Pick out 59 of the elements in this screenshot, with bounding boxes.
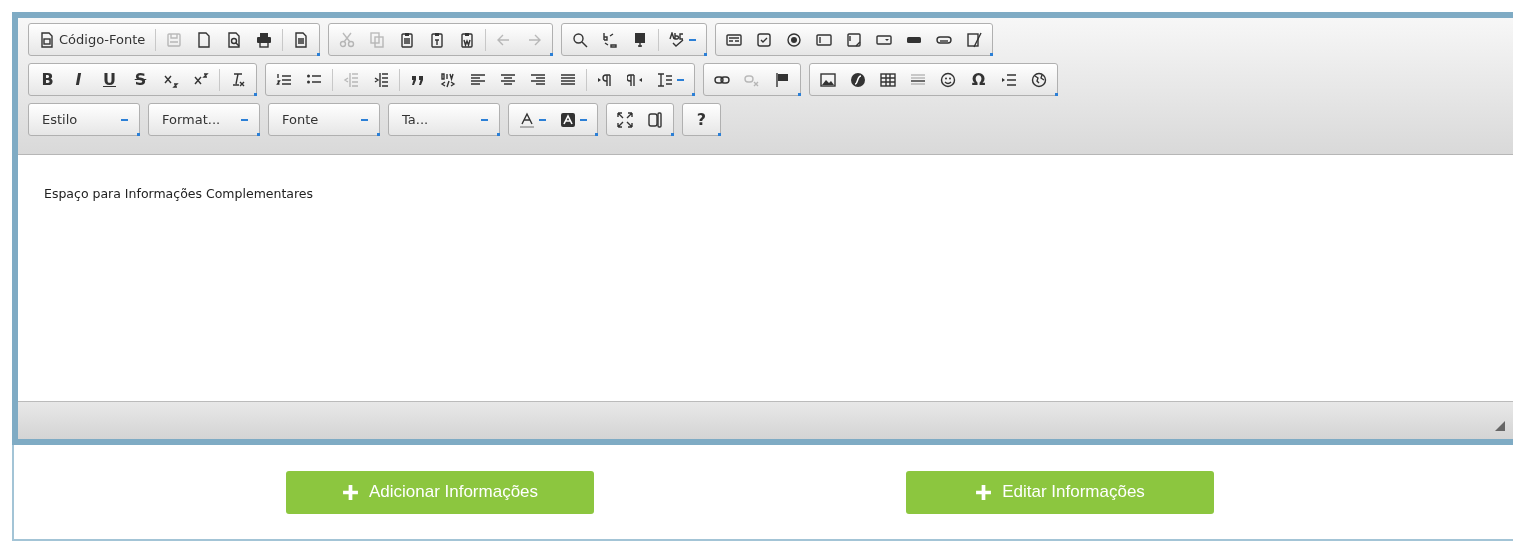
outdent-icon	[343, 71, 359, 88]
editor-text: Espaço para Informações Complementares	[44, 185, 315, 203]
image-icon	[820, 71, 836, 88]
new-page-icon	[196, 31, 213, 48]
cut-icon	[339, 31, 356, 48]
show-blocks-icon	[647, 111, 663, 128]
globe-icon	[1031, 71, 1047, 88]
numbered-list-icon	[276, 71, 292, 88]
page-break-icon	[1001, 71, 1017, 88]
toolbar-button[interactable]: U	[94, 66, 125, 93]
clipboard-icon	[399, 31, 416, 48]
language-icon	[657, 71, 673, 88]
plus-icon	[975, 483, 993, 501]
plus-icon	[341, 483, 359, 501]
dropdown[interactable]: Ta...	[392, 106, 496, 133]
text-field-icon	[816, 31, 833, 48]
smiley-icon	[940, 71, 956, 88]
toolbar-button[interactable]: ?	[686, 106, 717, 133]
dropdown[interactable]: Fonte	[272, 106, 376, 133]
ltr-icon	[597, 71, 613, 88]
spellcheck-icon	[669, 31, 686, 48]
flag-icon	[774, 71, 790, 88]
table-icon	[880, 71, 896, 88]
clipboard-text-icon	[429, 31, 446, 48]
remove-format-icon	[230, 71, 246, 88]
save-icon	[166, 31, 183, 48]
clipboard-word-icon	[459, 31, 476, 48]
preview-icon	[226, 31, 243, 48]
toolbar-button[interactable]: S	[125, 66, 156, 93]
dropdown[interactable]: Format...	[152, 106, 256, 133]
flash-icon	[850, 71, 866, 88]
background-color-icon	[560, 111, 576, 128]
checkbox-icon	[756, 31, 773, 48]
find-replace-icon	[602, 31, 619, 48]
justify-icon	[560, 71, 576, 88]
rtl-icon	[627, 71, 643, 88]
horizontal-rule-icon	[910, 71, 926, 88]
toolbar-button[interactable]: Ω	[963, 66, 994, 93]
align-right-icon	[530, 71, 546, 88]
copy-icon	[369, 31, 386, 48]
indent-icon	[373, 71, 389, 88]
toolbar-button[interactable]: I	[63, 66, 94, 93]
source-button[interactable]: Código-Fonte	[32, 26, 153, 53]
search-icon	[572, 31, 589, 48]
radio-icon	[786, 31, 803, 48]
div-icon	[440, 71, 456, 88]
align-center-icon	[500, 71, 516, 88]
toolbar-button[interactable]: B	[32, 66, 63, 93]
text-area-icon	[846, 31, 863, 48]
align-left-icon	[470, 71, 486, 88]
print-icon	[256, 31, 273, 48]
maximize-icon	[617, 111, 633, 128]
form-icon	[726, 31, 743, 48]
source-code-icon	[39, 31, 55, 48]
resize-grip-icon[interactable]	[1495, 421, 1505, 431]
hidden-field-icon	[966, 31, 983, 48]
text-color-icon	[519, 111, 535, 128]
template-icon	[293, 31, 310, 48]
dropdown[interactable]: Estilo	[32, 106, 136, 133]
